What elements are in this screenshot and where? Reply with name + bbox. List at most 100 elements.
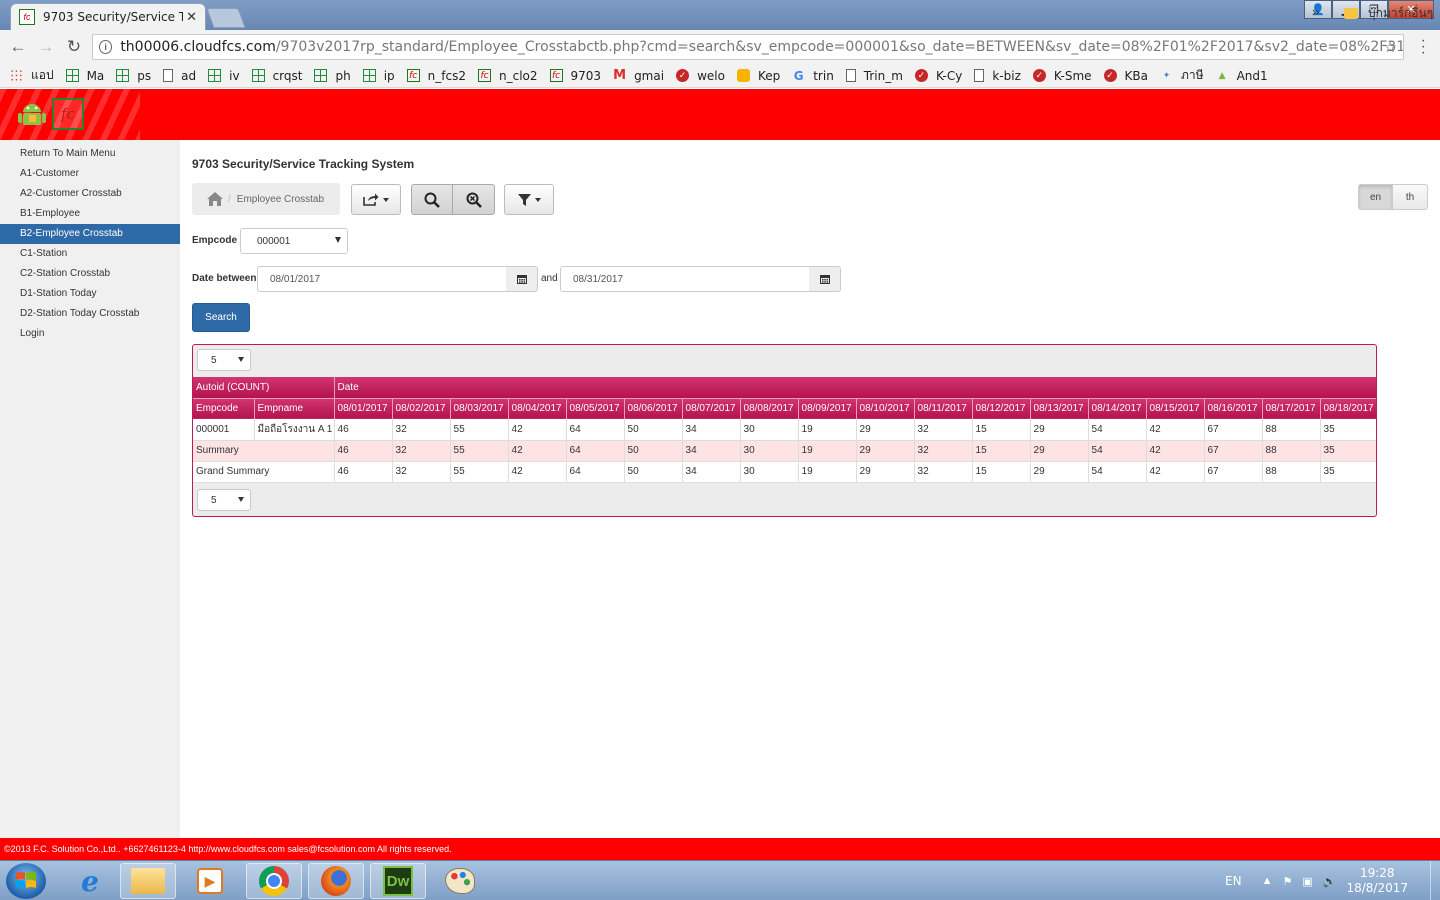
- date-from-input[interactable]: 08/01/2017: [257, 266, 507, 292]
- forward-icon[interactable]: →: [32, 37, 60, 57]
- bookmarks-overflow-button[interactable]: »: [1312, 4, 1319, 19]
- filter-button[interactable]: [504, 184, 554, 215]
- col-header-empcode[interactable]: Empcode: [193, 397, 255, 419]
- sidebar-item-d1-station-today[interactable]: D1-Station Today: [0, 284, 180, 304]
- date-to-calendar-button[interactable]: [809, 266, 841, 292]
- network-icon[interactable]: ▣: [1302, 875, 1312, 888]
- bookmark-label: n_clo2: [499, 68, 538, 83]
- info-icon[interactable]: i: [99, 40, 113, 54]
- volume-icon[interactable]: 🔈: [1323, 875, 1337, 888]
- col-header-date[interactable]: 08/15/2017: [1146, 397, 1205, 419]
- date-from-calendar-button[interactable]: [506, 266, 538, 292]
- bookmark-item[interactable]: ✓ K-Sme: [1032, 69, 1092, 83]
- col-header-date[interactable]: 08/08/2017: [740, 397, 799, 419]
- lang-en-button[interactable]: en: [1358, 184, 1393, 210]
- col-header-date[interactable]: 08/04/2017: [508, 397, 567, 419]
- back-icon[interactable]: ←: [4, 37, 32, 57]
- tab-close-icon[interactable]: ✕: [186, 9, 197, 25]
- page-size-select-top[interactable]: 5: [197, 349, 251, 371]
- sidebar-item-c1-station[interactable]: C1-Station: [0, 244, 180, 264]
- bookmark-item[interactable]: fc n_fcs2: [406, 69, 466, 83]
- reload-icon[interactable]: ↻: [60, 37, 88, 57]
- col-header-date[interactable]: 08/16/2017: [1204, 397, 1263, 419]
- col-header-date[interactable]: 08/10/2017: [856, 397, 915, 419]
- bookmark-item[interactable]: ✓ welo: [676, 69, 725, 83]
- new-tab-button[interactable]: [206, 8, 246, 28]
- bookmark-label: Ma: [86, 68, 105, 83]
- col-header-date[interactable]: 08/02/2017: [392, 397, 451, 419]
- taskbar-dreamweaver[interactable]: Dw: [370, 863, 426, 899]
- cell-count: 32: [392, 419, 451, 441]
- bookmark-item[interactable]: Gtrin: [792, 69, 834, 83]
- sidebar-item-b2-employee-crosstab[interactable]: B2-Employee Crosstab: [0, 224, 180, 244]
- search-button[interactable]: Search: [192, 303, 250, 332]
- start-button[interactable]: [6, 863, 46, 899]
- sidebar-item-a1-customer[interactable]: A1-Customer: [0, 164, 180, 184]
- sidebar-item-return-to-main-menu[interactable]: Return To Main Menu: [0, 144, 180, 164]
- show-desktop-button[interactable]: [1430, 861, 1440, 900]
- sidebar-item-b1-employee[interactable]: B1-Employee: [0, 204, 180, 224]
- taskbar-firefox[interactable]: [308, 863, 364, 899]
- address-bar[interactable]: i th00006.cloudfcs.com /9703v2017rp_stan…: [92, 34, 1404, 60]
- tray-expand-icon[interactable]: ▲: [1262, 875, 1273, 887]
- clock[interactable]: 19:28 18/8/2017: [1346, 866, 1408, 896]
- col-header-date[interactable]: 08/14/2017: [1088, 397, 1147, 419]
- col-header-date[interactable]: 08/07/2017: [682, 397, 741, 419]
- reset-search-button[interactable]: [453, 184, 495, 215]
- taskbar-explorer[interactable]: [120, 863, 176, 899]
- col-header-date[interactable]: 08/11/2017: [914, 397, 973, 419]
- taskbar-ie[interactable]: e: [62, 863, 118, 899]
- col-header-date[interactable]: 08/05/2017: [566, 397, 625, 419]
- bookmark-item[interactable]: ph: [314, 69, 351, 83]
- browser-tab[interactable]: fc 9703 Security/Service Tra ✕: [10, 3, 206, 30]
- show-search-button[interactable]: [411, 184, 453, 215]
- home-icon[interactable]: [206, 191, 224, 207]
- input-language[interactable]: EN: [1225, 874, 1242, 888]
- bookmark-item[interactable]: Mgmai: [613, 68, 664, 83]
- sidebar-item-c2-station-crosstab[interactable]: C2-Station Crosstab: [0, 264, 180, 284]
- action-center-icon[interactable]: ⚑: [1282, 875, 1292, 888]
- col-header-date[interactable]: 08/09/2017: [798, 397, 857, 419]
- bookmark-item[interactable]: fc n_clo2: [478, 69, 538, 83]
- bookmark-item[interactable]: ✦ ภาษี: [1160, 66, 1204, 85]
- bookmark-item[interactable]: ✓ KBa: [1103, 69, 1148, 83]
- col-header-empname[interactable]: Empname: [254, 397, 335, 419]
- bookmark-item[interactable]: Trin_m: [845, 69, 903, 83]
- bookmark-star-icon[interactable]: ☆: [1384, 38, 1397, 56]
- taskbar-paint[interactable]: [432, 863, 488, 899]
- bookmark-item[interactable]: ps: [116, 69, 151, 83]
- cell-count: 50: [624, 461, 683, 483]
- date-to-input[interactable]: 08/31/2017: [560, 266, 810, 292]
- empcode-select[interactable]: 000001: [240, 228, 348, 254]
- col-header-date[interactable]: 08/18/2017: [1320, 397, 1376, 419]
- bookmark-item[interactable]: ip: [362, 68, 395, 83]
- browser-menu-icon[interactable]: · · ·: [1421, 33, 1426, 61]
- bookmark-item[interactable]: แอป: [10, 66, 54, 85]
- bookmark-item[interactable]: ad: [163, 69, 196, 83]
- col-header-date[interactable]: 08/03/2017: [450, 397, 509, 419]
- bookmark-label: ip: [383, 68, 395, 83]
- bookmark-item[interactable]: Ma: [65, 68, 105, 83]
- col-header-date[interactable]: 08/01/2017: [334, 397, 393, 419]
- bookmark-item[interactable]: crqst: [251, 69, 302, 83]
- page-size-select-bottom[interactable]: 5: [197, 489, 251, 511]
- sidebar-item-a2-customer-crosstab[interactable]: A2-Customer Crosstab: [0, 184, 180, 204]
- taskbar-media-player[interactable]: ▶: [182, 863, 238, 899]
- other-bookmarks[interactable]: บุ๊กมาร์กอื่นๆ: [1344, 4, 1433, 23]
- lang-th-button[interactable]: th: [1393, 184, 1428, 210]
- bookmark-item[interactable]: ▲ And1: [1216, 69, 1268, 83]
- col-header-date[interactable]: 08/12/2017: [972, 397, 1031, 419]
- bookmark-item[interactable]: k-biz: [974, 69, 1021, 83]
- taskbar-chrome[interactable]: [246, 863, 302, 899]
- cell-summary-label: Summary: [193, 440, 335, 462]
- export-button[interactable]: [351, 184, 401, 215]
- bookmark-item[interactable]: ✓ K-Cy: [914, 69, 962, 83]
- col-header-date[interactable]: 08/17/2017: [1262, 397, 1321, 419]
- sidebar-item-d2-station-today-crosstab[interactable]: D2-Station Today Crosstab: [0, 304, 180, 324]
- sidebar-item-login[interactable]: Login: [0, 324, 180, 344]
- col-header-date[interactable]: 08/06/2017: [624, 397, 683, 419]
- bookmark-item[interactable]: fc 9703: [549, 69, 601, 83]
- col-header-date[interactable]: 08/13/2017: [1030, 397, 1089, 419]
- bookmark-item[interactable]: iv: [208, 69, 240, 83]
- bookmark-item[interactable]: Kep: [736, 69, 780, 83]
